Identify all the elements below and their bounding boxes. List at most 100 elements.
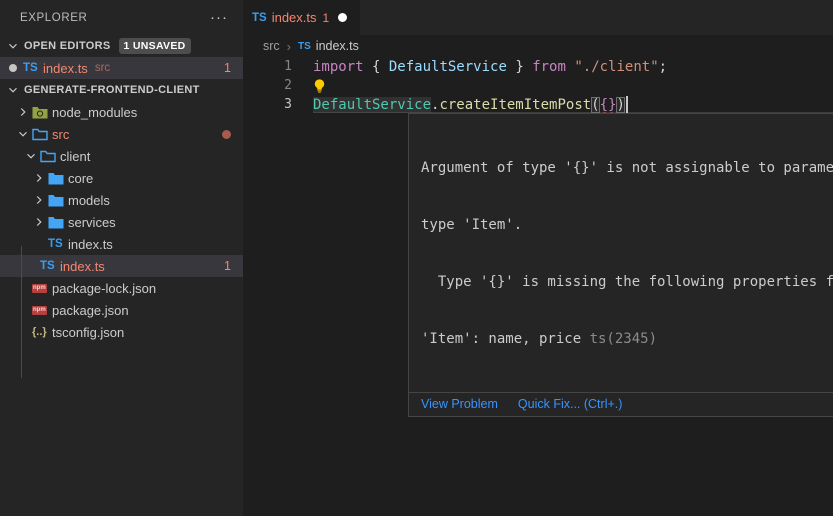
tab-filename: index.ts: [272, 10, 317, 25]
hover-status-bar: View Problem Quick Fix... (Ctrl+.): [409, 392, 833, 416]
chevron-down-icon[interactable]: [14, 126, 32, 142]
more-actions-icon[interactable]: ···: [210, 9, 228, 26]
folder-open-icon: [40, 148, 60, 164]
punct: }: [507, 59, 532, 75]
tree-item-src-index-ts[interactable]: TS index.ts 1: [0, 255, 243, 277]
modified-dot-icon[interactable]: [9, 64, 17, 72]
line-number-active: 3: [243, 97, 292, 112]
matched-paren-open: (: [591, 97, 599, 113]
node-modules-folder-icon: [32, 104, 52, 120]
keyword-import: import: [313, 59, 364, 75]
tab-error-count: 1: [323, 11, 330, 25]
view-problem-link[interactable]: View Problem: [421, 397, 498, 411]
error-argument-braces: {}: [600, 97, 617, 113]
error-count-badge: 1: [224, 61, 231, 75]
error-dot-icon: [222, 130, 231, 139]
explorer-title: EXPLORER: [20, 12, 210, 24]
lightbulb-icon[interactable]: [313, 78, 326, 94]
text-cursor: [626, 96, 628, 113]
tree-item-package-json[interactable]: npm package.json: [0, 299, 243, 321]
json-config-file-icon: {..}: [32, 324, 52, 340]
keyword-from: from: [532, 59, 566, 75]
typescript-file-icon: TS: [252, 12, 267, 24]
tree-item-client-index-ts[interactable]: TS index.ts: [0, 233, 243, 255]
folder-icon: [48, 170, 68, 186]
module-string: "./client": [574, 59, 658, 75]
chevron-down-icon[interactable]: [22, 148, 40, 164]
typescript-file-icon: TS: [298, 41, 311, 52]
method-identifier: createItemItemPost: [439, 97, 591, 113]
chevron-right-icon[interactable]: [30, 170, 48, 186]
tree-item-client[interactable]: client: [0, 145, 243, 167]
workspace-header[interactable]: GENERATE-FRONTEND-CLIENT: [0, 79, 243, 101]
code-line-3: 3 DefaultService . createItemItemPost ( …: [243, 95, 833, 114]
editor-group: TS index.ts 1 src › TS index.ts 1 import…: [243, 0, 833, 516]
typescript-file-icon: TS: [23, 60, 43, 76]
vscode-window: EXPLORER ··· OPEN EDITORS 1 UNSAVED TS i…: [0, 0, 833, 516]
folder-open-icon: [32, 126, 52, 142]
explorer-header: EXPLORER ···: [0, 0, 243, 35]
chevron-right-icon: ›: [287, 39, 291, 54]
chevron-right-icon[interactable]: [30, 214, 48, 230]
open-editor-path: src: [95, 62, 110, 74]
service-identifier: DefaultService: [313, 97, 431, 113]
npm-file-icon: npm: [32, 302, 52, 318]
breadcrumb-folder[interactable]: src: [263, 39, 280, 53]
error-message-line: Argument of type '{}' is not assignable …: [421, 159, 833, 178]
line-number: 1: [243, 59, 292, 74]
error-message-line: 'Item': name, price ts(2345): [421, 330, 833, 349]
error-message: Argument of type '{}' is not assignable …: [409, 114, 833, 392]
folder-icon: [48, 214, 68, 230]
twistie-spacer: [14, 280, 32, 296]
space: [566, 59, 574, 75]
error-hover-tooltip: Argument of type '{}' is not assignable …: [408, 113, 833, 417]
tree-item-src[interactable]: src: [0, 123, 243, 145]
punct: .: [431, 97, 439, 113]
workspace-label: GENERATE-FRONTEND-CLIENT: [24, 84, 200, 96]
breadcrumb: src › TS index.ts: [243, 35, 833, 57]
chevron-down-icon[interactable]: [4, 38, 22, 54]
tree-item-core[interactable]: core: [0, 167, 243, 189]
error-message-line: type 'Item'.: [421, 216, 833, 235]
tab-bar: TS index.ts 1: [243, 0, 833, 35]
chevron-right-icon[interactable]: [30, 192, 48, 208]
line-number: 2: [243, 78, 292, 93]
tree-item-services[interactable]: services: [0, 211, 243, 233]
code-line-1: 1 import { DefaultService } from "./clie…: [243, 57, 833, 76]
error-count-badge: 1: [224, 259, 231, 273]
folder-icon: [48, 192, 68, 208]
tree-item-package-lock-json[interactable]: npm package-lock.json: [0, 277, 243, 299]
code-area[interactable]: 1 import { DefaultService } from "./clie…: [243, 57, 833, 114]
tree-item-tsconfig-json[interactable]: {..} tsconfig.json: [0, 321, 243, 343]
twistie-spacer: [14, 302, 32, 318]
npm-file-icon: npm: [32, 280, 52, 296]
error-message-line: Type '{}' is missing the following prope…: [421, 273, 833, 292]
open-editor-item-index-ts[interactable]: TS index.ts src 1: [0, 57, 243, 79]
tab-index-ts[interactable]: TS index.ts 1: [243, 0, 360, 35]
twistie-spacer: [14, 324, 32, 340]
open-editors-header[interactable]: OPEN EDITORS 1 UNSAVED: [0, 35, 243, 57]
indent-guide: [21, 246, 22, 378]
twistie-spacer: [22, 258, 40, 274]
chevron-right-icon[interactable]: [14, 104, 32, 120]
code-line-2: 2: [243, 76, 833, 95]
typescript-file-icon: TS: [48, 236, 68, 252]
punct: {: [364, 59, 389, 75]
matched-paren-close: ): [616, 97, 624, 113]
punct: ;: [659, 59, 667, 75]
breadcrumb-file[interactable]: index.ts: [316, 39, 359, 53]
tree-item-node-modules[interactable]: node_modules: [0, 101, 243, 123]
error-code-ref: ts(2345): [590, 331, 657, 347]
file-tree: node_modules src client: [0, 101, 243, 343]
typescript-file-icon: TS: [40, 258, 60, 274]
explorer-sidebar: EXPLORER ··· OPEN EDITORS 1 UNSAVED TS i…: [0, 0, 243, 516]
tree-item-models[interactable]: models: [0, 189, 243, 211]
open-editors-label: OPEN EDITORS: [24, 40, 111, 52]
unsaved-dot-icon[interactable]: [338, 13, 347, 22]
imported-identifier: DefaultService: [389, 59, 507, 75]
twistie-spacer: [30, 236, 48, 252]
chevron-down-icon[interactable]: [4, 82, 22, 98]
unsaved-badge: 1 UNSAVED: [119, 38, 191, 54]
quick-fix-link[interactable]: Quick Fix... (Ctrl+.): [518, 397, 623, 411]
open-editor-filename: index.ts: [43, 61, 88, 76]
